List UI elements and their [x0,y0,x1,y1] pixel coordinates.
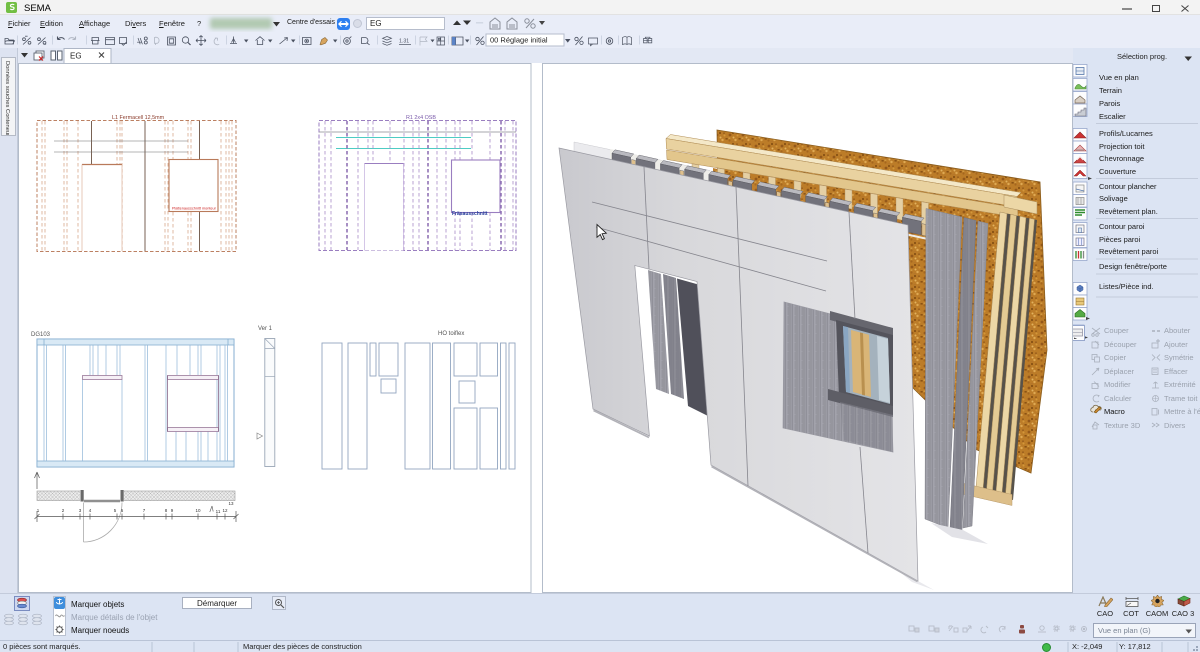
svg-text:12: 12 [222,508,228,513]
svg-text:DG103: DG103 [31,332,51,338]
svg-text:13: 13 [228,501,234,506]
svg-text:Plattenausschnitt monteur: Plattenausschnitt monteur [172,207,217,211]
svg-text:HO toiflex: HO toiflex [438,331,464,337]
svg-text:10: 10 [195,508,201,513]
svg-text:11: 11 [216,509,221,514]
svg-text:Fräsausschnitt: Fräsausschnitt [452,211,488,217]
svg-text:Ver 1: Ver 1 [258,326,273,332]
